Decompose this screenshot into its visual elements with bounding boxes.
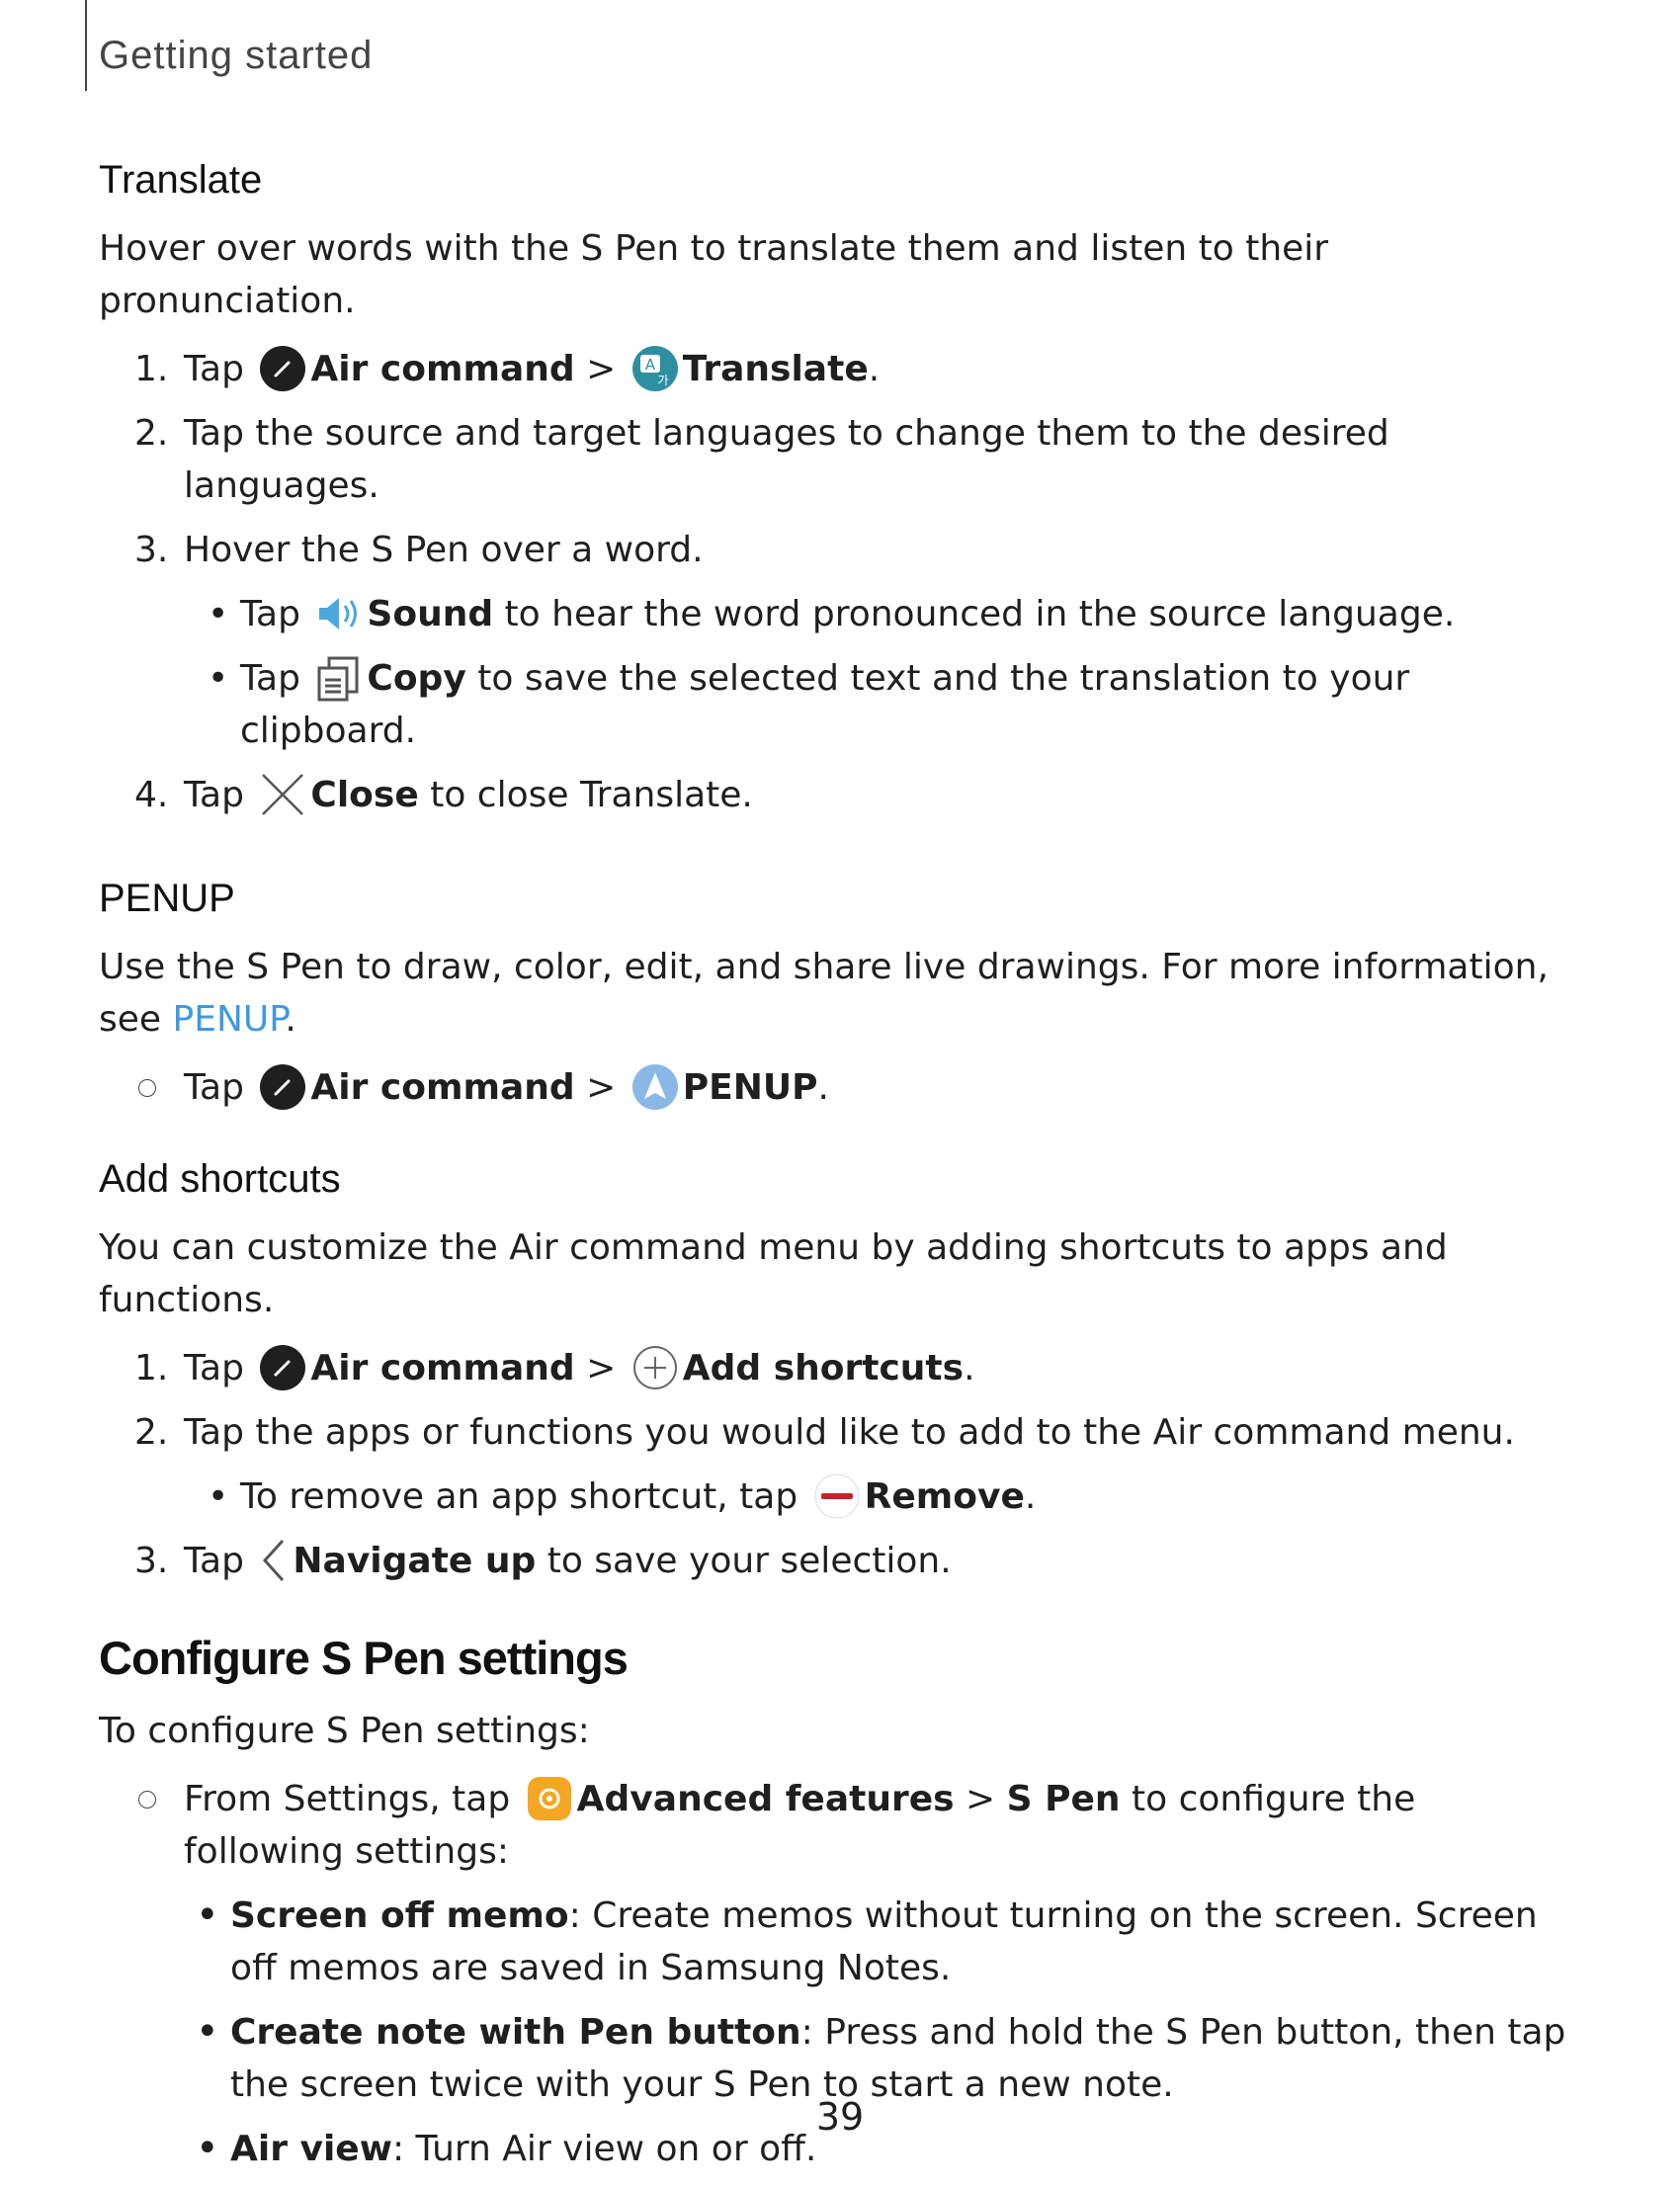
- advanced-features-label: Advanced features: [576, 1779, 955, 1819]
- navigate-up-label: Navigate up: [293, 1541, 537, 1581]
- sound-bullet: • Tap Sound to hear the word pronounced …: [99, 588, 1581, 640]
- translate-label: Translate: [682, 349, 869, 389]
- close-icon: [259, 771, 306, 818]
- copy-bullet: • Tap Copy to save the selected text and…: [99, 652, 1581, 757]
- penup-step: Tap Air command > PENUP.: [99, 1061, 1581, 1114]
- shortcuts-step-2: 2. Tap the apps or functions you would l…: [99, 1406, 1581, 1459]
- tap-word: Tap: [184, 775, 244, 815]
- chevron-separator: >: [586, 1348, 617, 1388]
- translate-step-4: 4. Tap Close to close Translate.: [99, 769, 1581, 821]
- period: .: [285, 999, 296, 1040]
- settings-bullet: • Screen off memo: Create memos without …: [99, 1890, 1581, 1994]
- translate-intro: Hover over words with the S Pen to trans…: [99, 228, 1329, 321]
- remove-bullet: • To remove an app shortcut, tap Remove.: [99, 1471, 1581, 1523]
- copy-label: Copy: [367, 658, 466, 699]
- air-command-icon: [259, 345, 306, 392]
- step-number: 3.: [134, 1541, 169, 1581]
- step-number: 3.: [134, 530, 169, 570]
- step-text: Tap the apps or functions you would like…: [184, 1412, 1515, 1453]
- configure-step: From Settings, tap Advanced features > S…: [99, 1773, 1581, 1878]
- air-command-label: Air command: [310, 1348, 575, 1388]
- air-command-label: Air command: [310, 349, 575, 389]
- penup-icon: [631, 1063, 679, 1111]
- section-rule: [85, 0, 87, 91]
- bullet-dot: •: [196, 1893, 219, 1938]
- step-text: to save your selection.: [546, 1541, 952, 1581]
- navigate-up-icon: [259, 1537, 289, 1584]
- shortcuts-step-3: 3. Tap Navigate up to save your selectio…: [99, 1535, 1581, 1587]
- add-shortcuts-label: Add shortcuts: [682, 1348, 965, 1388]
- step-number: 1.: [134, 1348, 169, 1388]
- add-icon: [631, 1344, 679, 1391]
- step-number: 4.: [134, 775, 169, 815]
- bullet-dot: •: [208, 1476, 229, 1517]
- tap-word: Tap: [184, 349, 244, 389]
- bullet-dot: •: [208, 658, 229, 699]
- translate-step-3: 3. Hover the S Pen over a word.: [99, 524, 1581, 576]
- penup-link[interactable]: PENUP: [173, 999, 286, 1040]
- step-circle-marker: [138, 1791, 156, 1808]
- remove-label: Remove: [864, 1476, 1025, 1517]
- translate-step-2: 2. Tap the source and target languages t…: [99, 407, 1581, 512]
- bullet-dot: •: [208, 594, 229, 634]
- section-label: Getting started: [99, 34, 374, 77]
- step-number: 2.: [134, 413, 169, 454]
- chevron-separator: >: [586, 349, 617, 389]
- penup-intro: Use the S Pen to draw, color, edit, and …: [99, 941, 1581, 1046]
- tap-word: Tap: [240, 594, 300, 634]
- tap-word: Tap: [184, 1541, 244, 1581]
- translate-icon: A가: [631, 345, 679, 392]
- chevron-separator: >: [586, 1067, 617, 1108]
- shortcuts-heading: Add shortcuts: [99, 1157, 341, 1201]
- step-number: 2.: [134, 1412, 169, 1453]
- svg-text:가: 가: [657, 374, 668, 387]
- step-number: 1.: [134, 349, 169, 389]
- tap-word: Tap: [184, 1067, 244, 1108]
- penup-intro-text: Use the S Pen to draw, color, edit, and …: [99, 947, 1549, 1040]
- copy-icon: [315, 654, 363, 702]
- penup-label: PENUP: [682, 1067, 818, 1108]
- period: .: [964, 1348, 975, 1388]
- bullet-text: to hear the word pronounced in the sourc…: [504, 594, 1456, 634]
- translate-step-1: 1. Tap Air command > A 가 Translate.: [99, 343, 1581, 395]
- chevron-separator: >: [966, 1779, 996, 1819]
- configure-intro: To configure S Pen settings:: [99, 1711, 590, 1751]
- page-number: 39: [815, 2095, 865, 2139]
- translate-heading: Translate: [99, 158, 263, 202]
- svg-text:A: A: [645, 356, 656, 374]
- bullet-label: Create note with Pen button: [230, 2012, 801, 2053]
- step-text: to close Translate.: [430, 775, 753, 815]
- shortcuts-step-1: 1. Tap Air command > Add shortcuts.: [99, 1342, 1581, 1394]
- step-text: Hover the S Pen over a word.: [184, 530, 704, 570]
- step-text: Tap the source and target languages to c…: [184, 413, 1389, 506]
- period: .: [868, 349, 881, 389]
- page-content: Translate Hover over words with the S Pe…: [99, 158, 1581, 2187]
- step-circle-marker: [138, 1079, 156, 1097]
- configure-heading: Configure S Pen settings: [99, 1632, 629, 1684]
- bullet-text: To remove an app shortcut, tap: [240, 1476, 798, 1517]
- remove-icon: [813, 1472, 861, 1520]
- tap-word: Tap: [240, 658, 300, 699]
- settings-icon: [526, 1775, 573, 1822]
- shortcuts-intro: You can customize the Air command menu b…: [99, 1227, 1448, 1320]
- penup-heading: PENUP: [99, 877, 235, 920]
- step-text: From Settings, tap: [184, 1779, 511, 1819]
- tap-word: Tap: [184, 1348, 244, 1388]
- air-command-icon: [259, 1344, 306, 1391]
- s-pen-label: S Pen: [1006, 1779, 1121, 1819]
- period: .: [1024, 1476, 1037, 1517]
- bullet-label: Screen off memo: [230, 1895, 569, 1936]
- air-command-icon: [259, 1063, 306, 1111]
- bullet-dot: •: [196, 2009, 219, 2055]
- sound-icon: [315, 590, 363, 637]
- air-command-label: Air command: [310, 1067, 575, 1108]
- close-label: Close: [310, 775, 419, 815]
- period: .: [817, 1067, 829, 1108]
- sound-label: Sound: [367, 594, 494, 634]
